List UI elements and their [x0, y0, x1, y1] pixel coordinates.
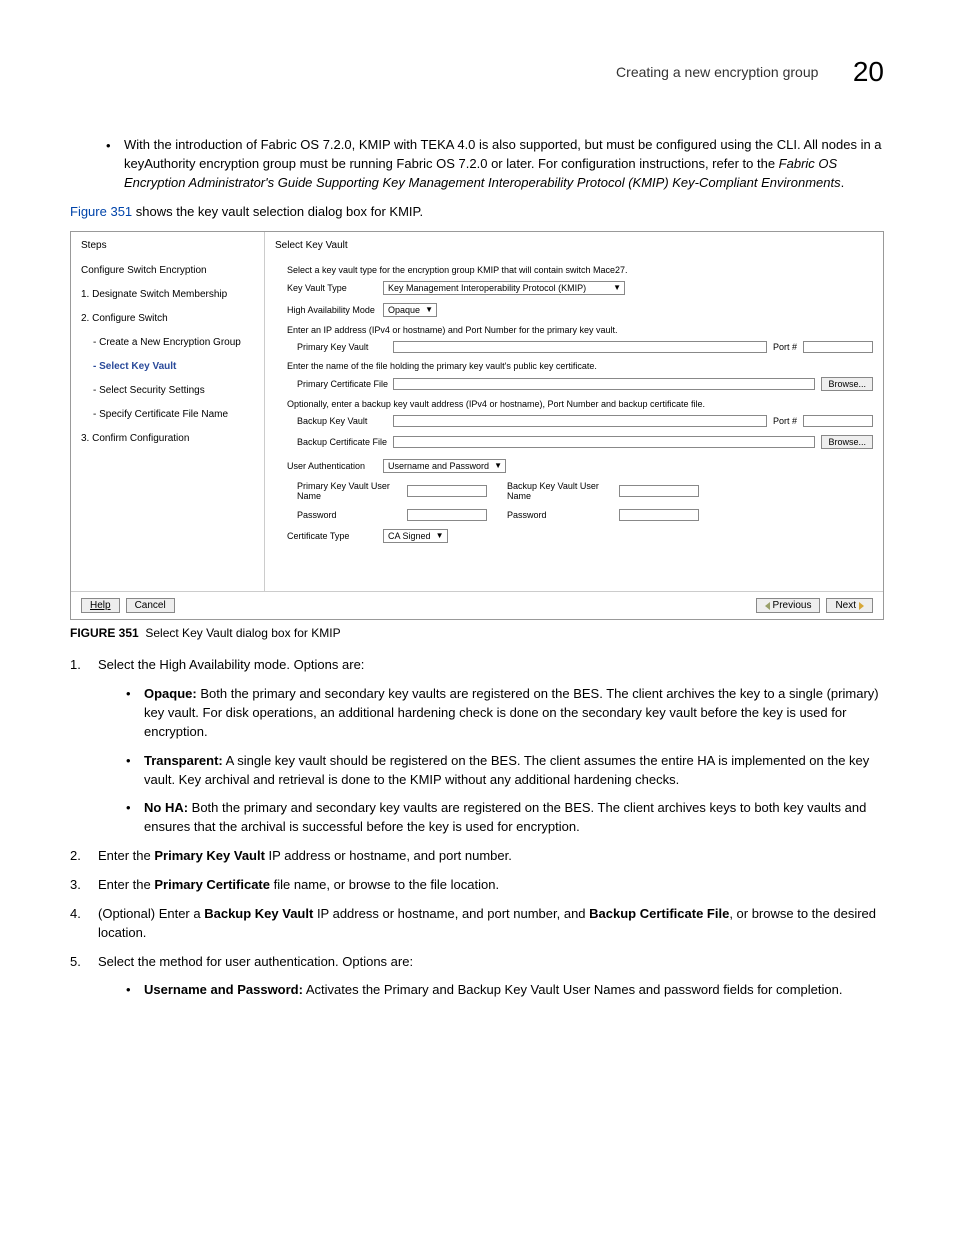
form-intro: Select a key vault type for the encrypti… [287, 265, 873, 275]
userauth-select[interactable]: Username and Password [383, 459, 506, 473]
step-3: 3. Enter the Primary Certificate file na… [70, 876, 884, 895]
ha-label: High Availability Mode [287, 305, 383, 315]
bkv-pwd-input[interactable] [619, 509, 699, 521]
figure-ref-line: Figure 351 shows the key vault selection… [70, 203, 884, 222]
triangle-right-icon [859, 602, 864, 610]
bkv-pwd-label: Password [507, 510, 619, 520]
step-2a: - Create a New Encryption Group [81, 337, 254, 348]
previous-button[interactable]: Previous [756, 598, 821, 613]
step-4: 4. (Optional) Enter a Backup Key Vault I… [70, 905, 884, 943]
ha-select[interactable]: Opaque [383, 303, 437, 317]
kvtype-label: Key Vault Type [287, 283, 383, 293]
primary-cert-browse-button[interactable]: Browse... [821, 377, 873, 391]
next-button[interactable]: Next [826, 598, 873, 613]
instruction-list: 1. Select the High Availability mode. Op… [70, 656, 884, 1000]
dialog-form-panel: Select Key Vault Select a key vault type… [265, 232, 883, 591]
step-2: 2. Enter the Primary Key Vault IP addres… [70, 847, 884, 866]
bkv-user-label: Backup Key Vault User Name [507, 481, 619, 501]
step-heading: Configure Switch Encryption [81, 265, 254, 276]
step-5: 5. Select the method for user authentica… [70, 953, 884, 1001]
step-2d: - Specify Certificate File Name [81, 409, 254, 420]
opt-no-ha: • No HA: Both the primary and secondary … [126, 799, 884, 837]
intro-text: With the introduction of Fabric OS 7.2.0… [124, 136, 884, 193]
step-2c: - Select Security Settings [81, 385, 254, 396]
backup-note: Optionally, enter a backup key vault add… [287, 399, 873, 409]
backup-port-input[interactable] [803, 415, 873, 427]
figure-link[interactable]: Figure 351 [70, 204, 132, 219]
pkv-pwd-label: Password [297, 510, 407, 520]
opt-transparent: • Transparent: A single key vault should… [126, 752, 884, 790]
opt-username-password: • Username and Password: Activates the P… [126, 981, 884, 1000]
intro-bullet: • With the introduction of Fabric OS 7.2… [106, 136, 884, 193]
pkv-user-label: Primary Key Vault User Name [297, 481, 407, 501]
dialog-steps-panel: Steps Configure Switch Encryption 1. Des… [71, 232, 265, 591]
certtype-label: Certificate Type [287, 531, 383, 541]
primary-kv-input[interactable] [393, 341, 767, 353]
step-2: 2. Configure Switch [81, 313, 254, 324]
primary-port-input[interactable] [803, 341, 873, 353]
backup-cert-label: Backup Certificate File [297, 437, 393, 447]
primary-cert-label: Primary Certificate File [297, 379, 393, 389]
backup-cert-input[interactable] [393, 436, 815, 448]
page: Creating a new encryption group 20 • Wit… [0, 0, 954, 1235]
dialog-footer: Help Cancel Previous Next [71, 591, 883, 619]
figure-caption: FIGURE 351 Select Key Vault dialog box f… [70, 626, 884, 640]
port-label-1: Port # [773, 342, 797, 352]
form-heading: Select Key Vault [275, 240, 873, 251]
help-button[interactable]: Help [81, 598, 120, 613]
pkv-pwd-input[interactable] [407, 509, 487, 521]
primary-cert-input[interactable] [393, 378, 815, 390]
opt-opaque: • Opaque: Both the primary and secondary… [126, 685, 884, 742]
triangle-left-icon [765, 602, 770, 610]
cert-note: Enter the name of the file holding the p… [287, 361, 873, 371]
backup-cert-browse-button[interactable]: Browse... [821, 435, 873, 449]
step-1: 1. Designate Switch Membership [81, 289, 254, 300]
bkv-user-input[interactable] [619, 485, 699, 497]
select-key-vault-dialog: Steps Configure Switch Encryption 1. Des… [70, 231, 884, 620]
kvtype-select[interactable]: Key Management Interoperability Protocol… [383, 281, 625, 295]
header-title: Creating a new encryption group [616, 64, 818, 80]
figure-caption-text: Select Key Vault dialog box for KMIP [145, 626, 340, 640]
page-header: Creating a new encryption group 20 [70, 56, 884, 88]
backup-kv-label: Backup Key Vault [297, 416, 393, 426]
figure-label: FIGURE 351 [70, 626, 139, 640]
backup-kv-input[interactable] [393, 415, 767, 427]
certtype-select[interactable]: CA Signed [383, 529, 448, 543]
step-1: 1. Select the High Availability mode. Op… [70, 656, 884, 837]
chapter-number: 20 [853, 56, 884, 88]
cancel-button[interactable]: Cancel [126, 598, 175, 613]
primary-note: Enter an IP address (IPv4 or hostname) a… [287, 325, 873, 335]
bullet-icon: • [106, 136, 124, 193]
port-label-2: Port # [773, 416, 797, 426]
step-3: 3. Confirm Configuration [81, 433, 254, 444]
step-2b-current: - Select Key Vault [81, 361, 254, 372]
pkv-user-input[interactable] [407, 485, 487, 497]
primary-kv-label: Primary Key Vault [297, 342, 393, 352]
userauth-label: User Authentication [287, 461, 383, 471]
steps-heading: Steps [81, 240, 254, 251]
